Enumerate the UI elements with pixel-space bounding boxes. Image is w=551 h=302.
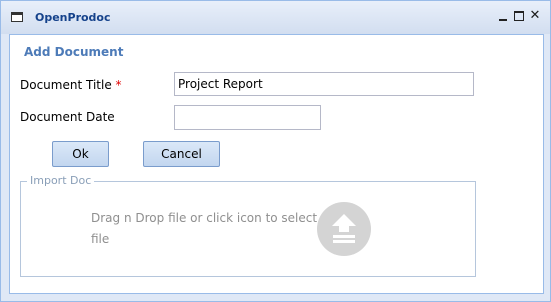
dialog-body: Add Document Document Title * Document D… — [9, 34, 544, 294]
cancel-button[interactable]: Cancel — [143, 141, 220, 167]
document-title-label: Document Title * — [20, 78, 122, 92]
document-title-input[interactable] — [174, 72, 474, 96]
import-doc-legend: Import Doc — [27, 174, 95, 187]
document-date-label: Document Date — [20, 110, 115, 124]
dialog-window: OpenProdoc ✕ Add Document Document Title… — [0, 0, 551, 302]
upload-arrow-icon[interactable] — [317, 202, 371, 256]
maximize-icon[interactable] — [513, 10, 525, 22]
document-date-input[interactable] — [174, 105, 321, 130]
ok-button[interactable]: Ok — [52, 141, 109, 167]
close-icon[interactable]: ✕ — [529, 9, 541, 22]
drop-hint-text: Drag n Drop file or click icon to select… — [91, 211, 318, 246]
required-marker: * — [115, 78, 122, 92]
import-doc-fieldset[interactable]: Import Doc Drag n Drop file or click ico… — [20, 174, 476, 277]
window-app-icon — [11, 12, 23, 22]
minimize-icon[interactable] — [497, 10, 509, 22]
section-title: Add Document — [24, 45, 124, 59]
title-bar[interactable]: OpenProdoc ✕ — [1, 1, 550, 34]
document-title-label-text: Document Title — [20, 78, 112, 92]
window-title: OpenProdoc — [35, 11, 111, 24]
